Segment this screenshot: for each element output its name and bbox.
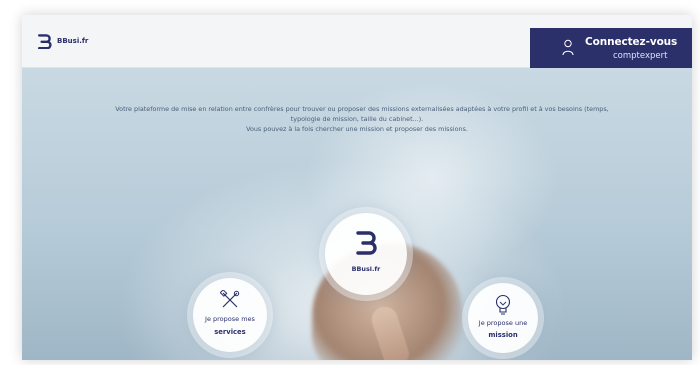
lightbulb-icon <box>495 294 511 315</box>
b-logo-icon <box>356 231 377 255</box>
browser-frame: BBusi.fr Connectez-vous comptexpert Votr… <box>22 15 692 360</box>
offer-services-bubble[interactable]: Je propose mes services <box>193 278 267 352</box>
connect-label: Connectez-vous <box>585 36 678 48</box>
offer-mission-line-2: mission <box>488 331 518 339</box>
connect-sublabel: comptexpert <box>613 51 668 61</box>
brand-bubble[interactable]: BBusi.fr <box>325 213 407 295</box>
offer-mission-line-1: Je propose une <box>478 319 528 327</box>
tagline-line-1: Votre plateforme de mise en relation ent… <box>115 105 609 113</box>
offer-services-line-2: services <box>214 328 246 336</box>
connect-button[interactable]: Connectez-vous comptexpert <box>530 28 692 68</box>
brand-bubble-label: BBusi.fr <box>351 265 381 273</box>
b-logo-icon <box>38 34 52 49</box>
tagline-line-2: typologie de mission, taille du cabinet.… <box>290 115 424 123</box>
tools-icon <box>220 290 240 308</box>
hero-section: Votre plateforme de mise en relation ent… <box>22 68 692 360</box>
top-bar: BBusi.fr Connectez-vous comptexpert <box>22 15 692 68</box>
site-name: BBusi.fr <box>57 37 89 45</box>
user-icon <box>562 39 574 56</box>
offer-services-line-1: Je propose mes <box>205 315 255 323</box>
offer-mission-bubble[interactable]: Je propose une mission <box>468 283 538 353</box>
site-logo[interactable]: BBusi.fr <box>36 33 88 49</box>
tagline-line-3: Vous pouvez à la fois chercher une missi… <box>246 125 468 133</box>
